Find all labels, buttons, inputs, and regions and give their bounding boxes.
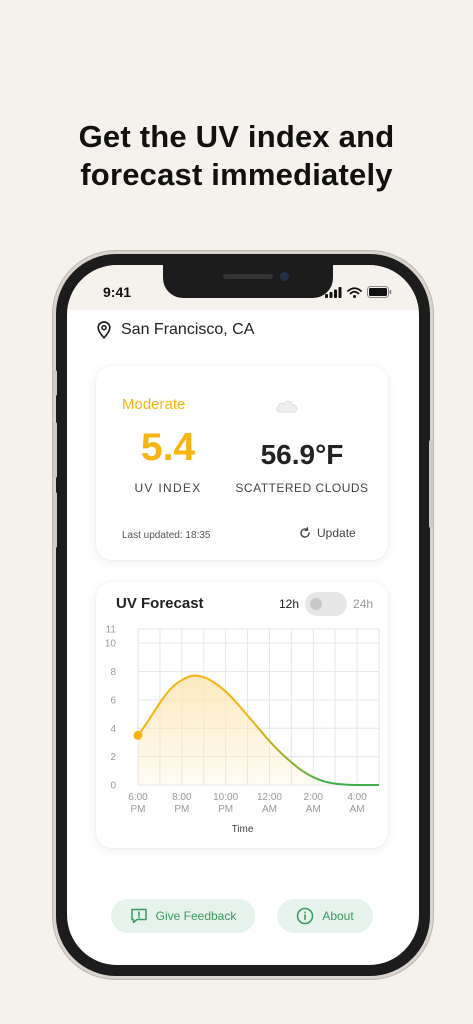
headline: Get the UV index and forecast immediatel… [0, 118, 473, 194]
location[interactable]: San Francisco, CA [97, 321, 254, 339]
x-tick-label: 2:00 [304, 792, 324, 803]
x-tick-label: 4:00 [347, 792, 367, 803]
app-screen: 9:41 San Francisco, CA Moderate 5.4 UV I… [67, 265, 419, 965]
uv-level-label: Moderate [122, 396, 186, 413]
battery-icon [367, 286, 392, 298]
signal-icon [325, 286, 342, 298]
about-label: About [322, 909, 354, 923]
location-text: San Francisco, CA [121, 321, 255, 338]
x-tick-label: 12:00 [257, 792, 282, 803]
uv-index-label: UV INDEX [134, 481, 202, 495]
uv-series-area [138, 675, 379, 786]
update-button[interactable]: Update [299, 526, 356, 540]
x-tick-label: PM [218, 804, 233, 815]
x-tick-label: 6:00 [128, 792, 148, 803]
update-label: Update [317, 526, 356, 540]
phone-mute-switch [53, 370, 57, 396]
weather-description: SCATTERED CLOUDS [235, 481, 369, 495]
uv-index-value: 5.4 [140, 426, 196, 469]
phone-volume-up-button [53, 422, 57, 478]
x-tick-label: 8:00 [172, 792, 192, 803]
status-bar: 9:41 [67, 265, 419, 310]
phone-volume-down-button [53, 492, 57, 548]
x-tick-label: 10:00 [213, 792, 238, 803]
y-tick-label: 2 [110, 752, 116, 763]
message-alert-icon [130, 908, 147, 924]
y-tick-label: 4 [110, 724, 116, 735]
status-time: 9:41 [103, 284, 132, 300]
give-feedback-label: Give Feedback [155, 909, 237, 923]
map-pin-icon [97, 321, 111, 339]
current-uv-point [133, 730, 143, 740]
x-axis-label: Time [232, 824, 254, 835]
info-icon [297, 907, 314, 925]
front-camera [280, 272, 289, 281]
current-uv-card: Moderate 5.4 UV INDEX 56.9°F SCATTERED C… [96, 366, 388, 560]
x-tick-label: PM [174, 804, 189, 815]
headline-line-2: forecast immediately [80, 157, 393, 192]
y-tick-label: 8 [110, 667, 116, 678]
uv-forecast-chart: 0246810116:00PM8:00PM10:00PM12:00AM2:00A… [105, 625, 380, 835]
y-tick-label: 0 [110, 781, 116, 792]
refresh-icon [300, 527, 310, 538]
notch [163, 265, 333, 298]
about-button[interactable]: About [277, 899, 373, 933]
phone-power-button [429, 440, 433, 528]
last-updated-text: Last updated: 18:35 [122, 530, 211, 541]
y-tick-label: 10 [105, 639, 117, 650]
give-feedback-button[interactable]: Give Feedback [111, 899, 255, 933]
x-tick-label: AM [350, 804, 365, 815]
uv-forecast-card: UV Forecast 12h 24h 0 2 4 6 8 10 11 6:00 PM 8:00 P… [96, 582, 388, 848]
status-icons [325, 286, 392, 298]
y-tick-label: 11 [106, 625, 117, 636]
headline-line-1: Get the UV index and [78, 119, 395, 154]
x-tick-label: AM [262, 804, 277, 815]
x-tick-label: AM [306, 804, 321, 815]
wifi-icon [347, 286, 362, 298]
y-tick-label: 6 [110, 695, 116, 706]
x-tick-label: PM [131, 804, 146, 815]
cloud-icon [276, 400, 298, 413]
temperature-value: 56.9°F [260, 439, 344, 470]
speaker-grille [223, 274, 273, 279]
